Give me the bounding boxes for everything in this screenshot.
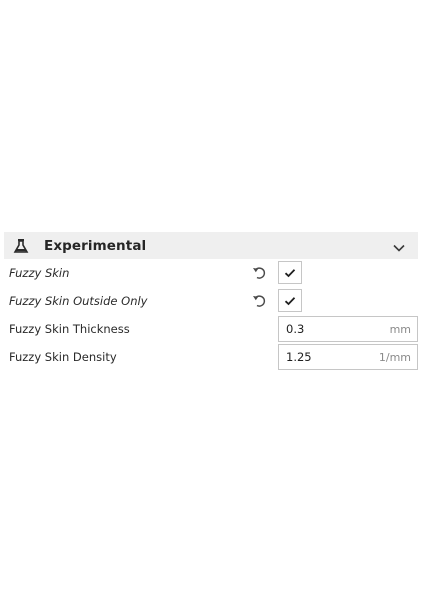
chevron-down-icon[interactable] [392,239,406,252]
setting-label: Fuzzy Skin Outside Only [9,294,148,308]
field-value: 0.3 [286,322,305,336]
checkmark-icon [284,296,296,305]
fuzzy-skin-density-field[interactable]: 1.25 1/mm [278,344,418,370]
setting-row-fuzzy-skin-outside-only: Fuzzy Skin Outside Only [0,287,424,315]
section-title: Experimental [44,237,147,254]
section-header-experimental[interactable]: Experimental [4,232,418,259]
setting-row-fuzzy-skin: Fuzzy Skin [0,259,424,287]
setting-row-fuzzy-skin-density: Fuzzy Skin Density 1.25 1/mm [0,343,424,371]
field-unit: 1/mm [378,350,411,364]
fuzzy-skin-thickness-field[interactable]: 0.3 mm [278,316,418,342]
field-unit: mm [389,322,411,336]
fuzzy-skin-checkbox[interactable] [278,261,302,284]
fuzzy-skin-outside-only-checkbox[interactable] [278,289,302,312]
experimental-settings-panel: Experimental Fuzzy Skin Fuzzy Skin Outsi… [0,232,424,371]
field-value: 1.25 [286,350,312,364]
reset-icon[interactable] [251,293,267,309]
checkmark-icon [284,268,296,277]
setting-label: Fuzzy Skin Thickness [9,322,130,336]
setting-row-fuzzy-skin-thickness: Fuzzy Skin Thickness 0.3 mm [0,315,424,343]
setting-label: Fuzzy Skin [9,266,70,280]
setting-label: Fuzzy Skin Density [9,350,117,364]
flask-icon [12,237,30,255]
reset-icon[interactable] [251,265,267,281]
